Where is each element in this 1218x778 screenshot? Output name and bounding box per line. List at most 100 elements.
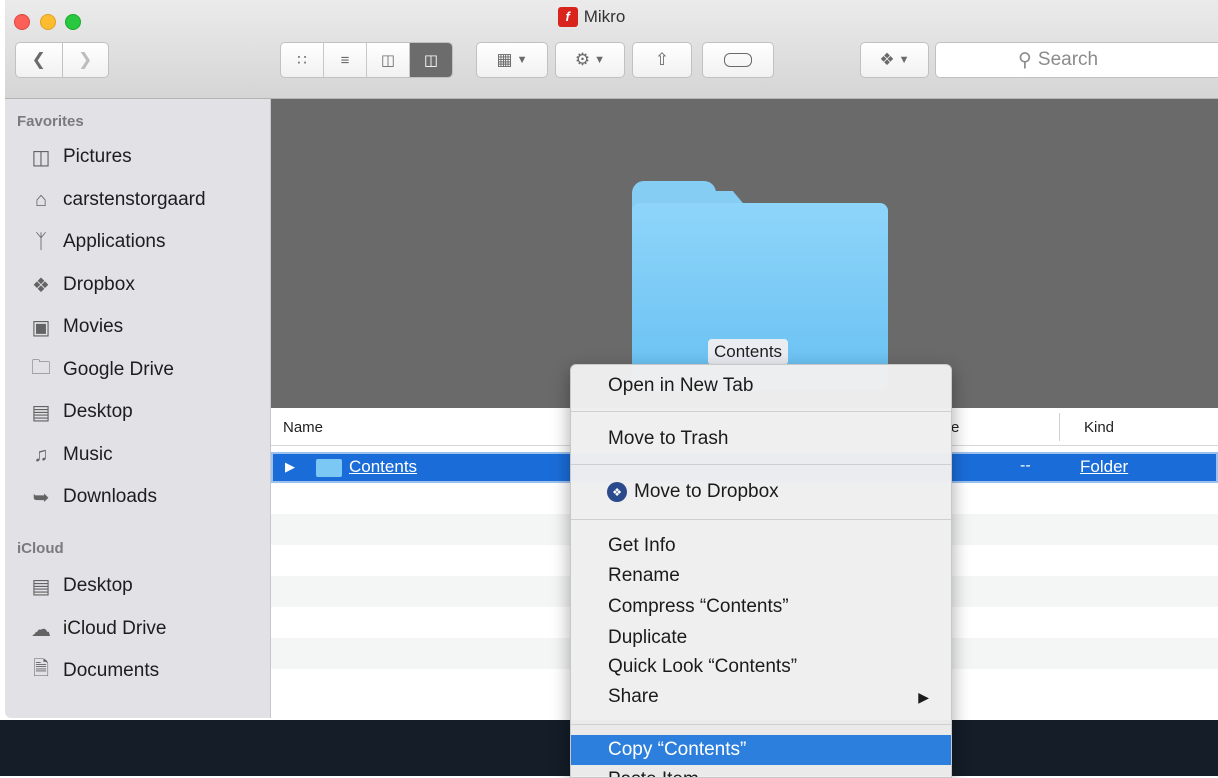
menu-item-move-to-trash[interactable]: Move to Trash xyxy=(571,424,951,454)
columns-icon: ◫ xyxy=(380,52,396,69)
column-header-size[interactable]: e xyxy=(951,419,959,436)
menu-item-compress[interactable]: Compress “Contents” xyxy=(571,592,951,622)
dropbox-icon: ❖ xyxy=(32,274,50,297)
arrange-button[interactable]: ▦ ▼ xyxy=(476,42,548,78)
download-icon: ➥ xyxy=(32,486,50,509)
window-title-bar: f Mikro xyxy=(5,6,1218,27)
chevron-down-icon: ▼ xyxy=(898,54,910,66)
menu-separator xyxy=(571,724,951,725)
row-kind: Folder xyxy=(1080,457,1129,476)
cloud-icon: ☁ xyxy=(31,618,51,641)
sidebar-item-label: carstenstorgaard xyxy=(63,189,206,210)
dropbox-icon: ❖ xyxy=(879,50,895,69)
sidebar-item-desktop[interactable]: ▤ Desktop xyxy=(5,392,270,432)
list-view-button[interactable]: ≡ xyxy=(323,43,366,77)
menu-item-open-in-new-tab[interactable]: Open in New Tab xyxy=(571,371,951,401)
column-divider[interactable] xyxy=(1059,413,1060,441)
menu-separator xyxy=(571,519,951,520)
menu-item-move-to-dropbox[interactable]: ❖ Move to Dropbox xyxy=(571,477,951,507)
folder-icon xyxy=(316,459,342,477)
column-header-kind[interactable]: Kind xyxy=(1084,419,1114,436)
sidebar-item-dropbox[interactable]: ❖ Dropbox xyxy=(5,265,270,305)
documents-icon: 🗎 xyxy=(32,658,50,680)
share-button[interactable]: ⇧ xyxy=(632,42,692,78)
search-placeholder: Search xyxy=(1037,49,1099,70)
menu-item-rename[interactable]: Rename xyxy=(571,561,951,591)
arrange-icon: ▦ xyxy=(496,50,513,69)
window-title: Mikro xyxy=(583,6,626,26)
action-button[interactable]: ⚙ ▼ xyxy=(555,42,625,78)
sidebar-item-movies[interactable]: ▣ Movies xyxy=(5,307,270,347)
row-name: Contents xyxy=(349,457,418,476)
sidebar-item-pictures[interactable]: ◫ Pictures xyxy=(5,137,270,177)
search-field[interactable]: ⚲ Search xyxy=(935,42,1218,78)
tags-button[interactable] xyxy=(702,42,774,78)
folder-preview-label: Contents xyxy=(708,339,789,365)
list-icon: ≡ xyxy=(340,51,350,69)
sidebar-item-music[interactable]: ♫ Music xyxy=(5,435,270,475)
gear-icon: ⚙ xyxy=(574,50,591,69)
menu-separator xyxy=(571,411,951,412)
sidebar-item-label: Desktop xyxy=(63,575,133,596)
toolbar: f Mikro ❮ ❯ ∷ ≡ ◫ ◫ ▦ ▼ ⚙ ▼ ⇧ ❖ ▼ ⚲ Sear… xyxy=(5,0,1218,99)
menu-item-quick-look[interactable]: Quick Look “Contents” xyxy=(571,652,951,682)
sidebar-heading-favorites: Favorites xyxy=(17,113,84,130)
chevron-right-icon: ❯ xyxy=(78,50,93,69)
context-menu: Open in New Tab Move to Trash ❖ Move to … xyxy=(570,364,952,778)
sidebar-item-documents[interactable]: 🗎 Documents xyxy=(5,651,270,691)
sidebar-item-label: Movies xyxy=(63,316,124,337)
film-icon: ▣ xyxy=(31,316,51,339)
grid-icon: ∷ xyxy=(297,52,307,69)
menu-item-get-info[interactable]: Get Info xyxy=(571,531,951,561)
cover-flow-icon: ◫ xyxy=(423,52,439,69)
column-view-button[interactable]: ◫ xyxy=(366,43,409,77)
menu-separator xyxy=(571,464,951,465)
search-icon: ⚲ xyxy=(1018,49,1032,71)
menu-item-copy[interactable]: Copy “Contents” xyxy=(571,735,951,765)
sidebar-item-google-drive[interactable]: 🗀 Google Drive xyxy=(5,350,270,390)
sidebar-item-label: Google Drive xyxy=(63,359,174,380)
dropbox-toolbar-button[interactable]: ❖ ▼ xyxy=(860,42,929,78)
sidebar-item-icloud-drive[interactable]: ☁ iCloud Drive xyxy=(5,609,270,649)
camera-icon: ◫ xyxy=(31,146,51,169)
view-mode-group: ∷ ≡ ◫ ◫ xyxy=(280,42,453,78)
chevron-down-icon: ▼ xyxy=(516,54,528,66)
sidebar-item-label: iCloud Drive xyxy=(63,618,167,639)
icon-view-button[interactable]: ∷ xyxy=(281,43,323,77)
sidebar-heading-icloud: iCloud xyxy=(17,540,64,557)
sidebar-item-icloud-desktop[interactable]: ▤ Desktop xyxy=(5,566,270,606)
row-size: -- xyxy=(1020,457,1031,474)
sidebar-item-label: Music xyxy=(63,444,113,465)
cover-flow-preview: Contents xyxy=(271,99,1218,408)
menu-item-paste[interactable]: Paste Item xyxy=(571,765,951,777)
sidebar-item-label: Pictures xyxy=(63,146,132,167)
desktop-icon: ▤ xyxy=(31,575,51,598)
folder-icon: 🗀 xyxy=(31,357,51,379)
tag-icon xyxy=(724,53,752,67)
home-icon: ⌂ xyxy=(34,188,48,211)
sidebar-item-label: Documents xyxy=(63,660,160,681)
share-icon: ⇧ xyxy=(654,50,670,69)
back-forward-group: ❮ ❯ xyxy=(15,42,109,78)
menu-item-duplicate[interactable]: Duplicate xyxy=(571,623,951,653)
disclosure-triangle-icon[interactable]: ▶ xyxy=(285,459,295,475)
column-header-name[interactable]: Name xyxy=(283,419,323,436)
flash-app-icon: f xyxy=(557,6,578,27)
chevron-left-icon: ❮ xyxy=(31,50,46,69)
sidebar-item-downloads[interactable]: ➥ Downloads xyxy=(5,477,270,517)
chevron-down-icon: ▼ xyxy=(594,54,606,66)
sidebar: Favorites ◫ Pictures ⌂ carstenstorgaard … xyxy=(5,99,271,718)
sidebar-item-label: Desktop xyxy=(63,401,133,422)
submenu-arrow-icon: ▶ xyxy=(918,688,929,705)
back-button[interactable]: ❮ xyxy=(16,43,62,77)
sidebar-item-home[interactable]: ⌂ carstenstorgaard xyxy=(5,180,270,220)
cover-flow-view-button[interactable]: ◫ xyxy=(409,43,452,77)
sidebar-item-applications[interactable]: ᛉ Applications xyxy=(5,222,270,262)
menu-item-share[interactable]: Share ▶ xyxy=(571,682,951,712)
sidebar-item-label: Applications xyxy=(63,231,166,252)
dropbox-icon: ❖ xyxy=(607,482,627,502)
music-note-icon: ♫ xyxy=(33,443,49,466)
forward-button[interactable]: ❯ xyxy=(61,43,109,77)
desktop-icon: ▤ xyxy=(31,401,51,424)
sidebar-item-label: Downloads xyxy=(63,486,157,507)
